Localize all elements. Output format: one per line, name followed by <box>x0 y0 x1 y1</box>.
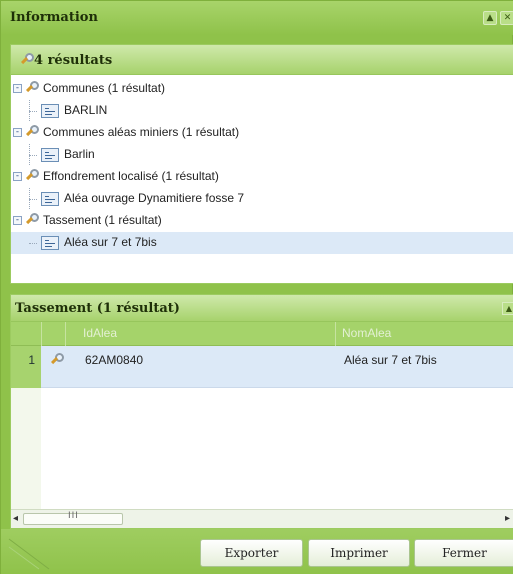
tree-leaf-alea-ouvrage[interactable]: Aléa ouvrage Dynamitiere fosse 7 <box>11 188 513 210</box>
tree-leaf-barlin-2[interactable]: Barlin <box>11 144 513 166</box>
scroll-right-icon[interactable]: ▸ <box>505 513 510 524</box>
results-tree: - Communes (1 résultat) BARLIN - Commune… <box>11 75 513 283</box>
cell-nomalea: Aléa sur 7 et 7bis <box>344 353 437 367</box>
record-icon <box>41 148 59 162</box>
table-row[interactable]: 1 62AM0840 Aléa sur 7 et 7bis <box>11 346 513 388</box>
record-icon <box>41 192 59 206</box>
window-footer: Exporter Imprimer Fermer <box>1 529 513 574</box>
close-button[interactable]: Fermer <box>414 539 513 567</box>
grid-title: Tassement (1 résultat) <box>15 301 180 316</box>
export-button[interactable]: Exporter <box>200 539 303 567</box>
tree-leaf-label: Aléa ouvrage Dynamitiere fosse 7 <box>64 191 245 205</box>
scroll-thumb[interactable]: III <box>23 511 123 525</box>
resize-grip-icon[interactable] <box>5 535 115 571</box>
horizontal-scrollbar[interactable]: ◂ III ▸ <box>11 509 513 528</box>
grid-header: Tassement (1 résultat) ▲ <box>11 295 513 322</box>
zoom-to-feature-icon[interactable] <box>51 353 65 367</box>
information-window: Information ▲ ✕ 4 résultats - Communes (… <box>0 0 513 574</box>
collapse-grid-icon[interactable]: ▲ <box>502 302 513 315</box>
tree-leaf-alea-sur-7[interactable]: Aléa sur 7 et 7bis <box>11 232 513 254</box>
magnifier-icon <box>26 81 40 95</box>
tree-node-communes-aleas-miniers[interactable]: - Communes aléas miniers (1 résultat) <box>11 122 513 144</box>
record-icon <box>41 236 59 250</box>
detail-grid-panel: Tassement (1 résultat) ▲ IdAlea NomAlea … <box>10 294 513 529</box>
tree-node-label: Communes (1 résultat) <box>43 81 166 95</box>
minus-icon[interactable]: - <box>13 128 22 137</box>
tree-leaf-label: Aléa sur 7 et 7bis <box>64 235 157 249</box>
tree-node-label: Communes aléas miniers (1 résultat) <box>43 125 240 139</box>
tree-node-communes[interactable]: - Communes (1 résultat) <box>11 78 513 100</box>
column-nomalea[interactable]: NomAlea <box>342 326 391 340</box>
results-panel: 4 résultats - Communes (1 résultat) BARL… <box>10 44 513 284</box>
scroll-left-icon[interactable]: ◂ <box>13 513 18 524</box>
window-titlebar[interactable]: Information ▲ ✕ <box>1 1 513 35</box>
tree-leaf-label: Barlin <box>64 147 95 161</box>
column-idalea[interactable]: IdAlea <box>83 326 117 340</box>
tree-node-label: Effondrement localisé (1 résultat) <box>43 169 219 183</box>
tree-node-effondrement[interactable]: - Effondrement localisé (1 résultat) <box>11 166 513 188</box>
magnifier-icon <box>26 169 40 183</box>
magnifier-icon <box>26 125 40 139</box>
close-window-icon[interactable]: ✕ <box>500 11 513 25</box>
print-button[interactable]: Imprimer <box>308 539 410 567</box>
record-icon <box>41 104 59 118</box>
results-header: 4 résultats <box>11 45 513 75</box>
tree-leaf-barlin[interactable]: BARLIN <box>11 100 513 122</box>
magnifier-icon <box>26 213 40 227</box>
collapse-window-icon[interactable]: ▲ <box>483 11 497 25</box>
tree-node-label: Tassement (1 résultat) <box>43 213 162 227</box>
minus-icon[interactable]: - <box>13 84 22 93</box>
row-number: 1 <box>11 346 41 388</box>
results-count: 4 résultats <box>34 53 113 68</box>
tree-leaf-label: BARLIN <box>64 103 108 117</box>
grid-column-header: IdAlea NomAlea <box>11 322 513 346</box>
minus-icon[interactable]: - <box>13 172 22 181</box>
window-title: Information <box>10 10 98 25</box>
tree-node-tassement[interactable]: - Tassement (1 résultat) <box>11 210 513 232</box>
magnifier-icon <box>21 53 35 67</box>
minus-icon[interactable]: - <box>13 216 22 225</box>
cell-idalea: 62AM0840 <box>85 353 144 367</box>
